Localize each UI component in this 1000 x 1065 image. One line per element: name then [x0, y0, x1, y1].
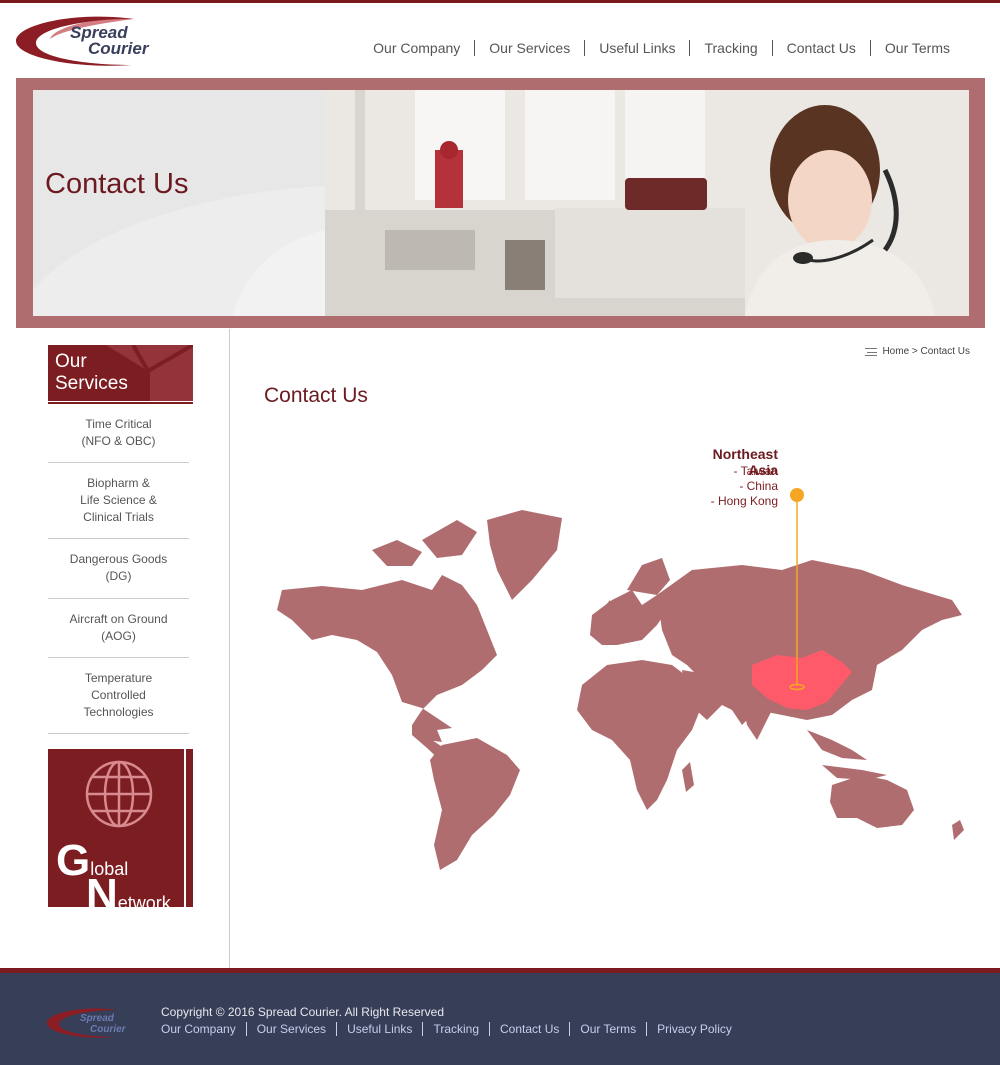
nav-our-services[interactable]: Our Services	[474, 40, 584, 56]
world-map: Northeast Asia - Taiwan - China - Hong K…	[262, 440, 972, 880]
logo-text: Spread Courier	[70, 24, 149, 58]
footer-logo-line-2: Courier	[90, 1024, 127, 1035]
footer-link-useful-links[interactable]: Useful Links	[336, 1022, 422, 1036]
canada-islands-shape	[372, 540, 422, 566]
service-biopharm[interactable]: Biopharm & Life Science & Clinical Trial…	[48, 463, 189, 539]
footer-link-tracking[interactable]: Tracking	[422, 1022, 489, 1036]
africa-shape	[577, 660, 702, 810]
banner-title-panel: Contact Us	[33, 90, 325, 316]
world-map-illustration	[277, 488, 964, 870]
nav-our-terms[interactable]: Our Terms	[869, 40, 964, 56]
page-title: Contact Us	[264, 384, 368, 407]
region-country-taiwan[interactable]: - Taiwan	[682, 464, 778, 479]
australia-shape	[830, 775, 914, 828]
our-services-header[interactable]: Our Services	[48, 345, 193, 401]
hero-banner: Contact Us	[16, 78, 985, 328]
gn-stripe	[184, 749, 186, 907]
footer-link-privacy-policy[interactable]: Privacy Policy	[646, 1022, 742, 1036]
footer-link-our-services[interactable]: Our Services	[245, 1022, 336, 1036]
southeast-asia-shape	[807, 730, 867, 760]
banner-frame: Contact Us	[33, 90, 969, 316]
service-time-critical[interactable]: Time Critical (NFO & OBC)	[48, 404, 189, 463]
north-america-shape	[277, 575, 497, 742]
south-america-shape	[430, 738, 520, 870]
region-country-list: - Taiwan - China - Hong Kong	[682, 464, 778, 509]
sidebar-divider	[229, 329, 230, 969]
pin-head	[790, 488, 804, 502]
service-aircraft-on-ground[interactable]: Aircraft on Ground (AOG)	[48, 599, 189, 658]
arctic-islands-shape	[422, 520, 477, 558]
site-logo[interactable]: Spread Courier	[14, 13, 154, 69]
nav-our-company[interactable]: Our Company	[359, 40, 474, 56]
footer-logo-line-1: Spread	[80, 1013, 115, 1024]
global-network-banner[interactable]: Global Network	[48, 749, 193, 907]
services-list: Time Critical (NFO & OBC) Biopharm & Lif…	[48, 404, 189, 734]
logo-line-2: Courier	[88, 39, 149, 58]
main-nav: Our Company Our Services Useful Links Tr…	[359, 40, 964, 56]
region-country-hong-kong[interactable]: - Hong Kong	[682, 494, 778, 509]
footer-copyright: Copyright © 2016 Spread Courier. All Rig…	[161, 1005, 444, 1019]
new-zealand-shape	[952, 820, 964, 840]
footer-logo[interactable]: Spread Courier	[46, 1006, 130, 1040]
madagascar-shape	[682, 762, 694, 792]
region-country-china[interactable]: - China	[682, 479, 778, 494]
globe-icon	[85, 760, 153, 828]
nav-useful-links[interactable]: Useful Links	[584, 40, 689, 56]
scandinavia-shape	[627, 558, 670, 595]
service-temperature-controlled[interactable]: Temperature Controlled Technologies	[48, 658, 189, 734]
europe-shape	[590, 590, 667, 645]
site-header: Spread Courier Our Company Our Services …	[0, 3, 1000, 78]
banner-swoosh-icon	[33, 186, 325, 316]
gn-word-etwork: etwork	[117, 893, 171, 907]
gn-letter-n: N	[86, 870, 118, 908]
nav-tracking[interactable]: Tracking	[689, 40, 771, 56]
banner-photo	[325, 90, 969, 316]
breadcrumb: Home > Contact Us	[865, 346, 970, 357]
breadcrumb-text[interactable]: Home > Contact Us	[882, 346, 970, 357]
nav-contact-us[interactable]: Contact Us	[771, 40, 870, 56]
menu-lines-icon	[865, 347, 878, 356]
banner-title: Contact Us	[45, 168, 189, 200]
office-photo-illustration	[325, 90, 969, 316]
footer-logo-swoosh-icon: Spread Courier	[47, 1008, 127, 1038]
site-footer: Spread Courier Copyright © 2016 Spread C…	[0, 973, 1000, 1065]
global-network-text: Global Network	[56, 839, 171, 908]
service-dangerous-goods[interactable]: Dangerous Goods (DG)	[48, 539, 189, 599]
footer-link-our-company[interactable]: Our Company	[161, 1022, 246, 1036]
footer-nav: Our Company Our Services Useful Links Tr…	[161, 1022, 742, 1036]
services-title: Our Services	[55, 351, 128, 394]
greenland-shape	[487, 510, 562, 600]
footer-link-contact-us[interactable]: Contact Us	[489, 1022, 569, 1036]
footer-link-our-terms[interactable]: Our Terms	[569, 1022, 646, 1036]
